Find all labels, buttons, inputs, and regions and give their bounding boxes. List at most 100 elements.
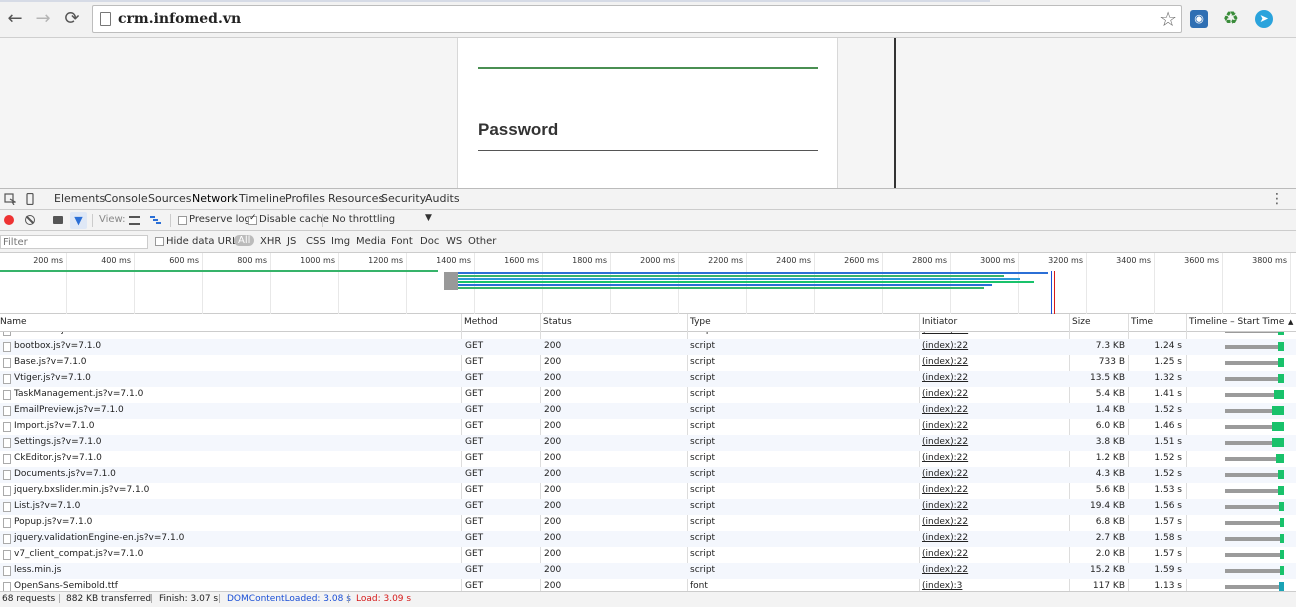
request-initiator[interactable]: (index):22	[922, 389, 968, 399]
table-row[interactable]: Vtiger.js?v=7.1.0 GET 200 script (index):22 1…	[0, 371, 1296, 387]
chevron-down-icon[interactable]: ▼	[425, 213, 432, 223]
request-initiator[interactable]: (index):22	[922, 485, 968, 495]
request-method: GET	[465, 373, 484, 383]
request-initiator[interactable]: (index):22	[922, 517, 968, 527]
column-header-initiator[interactable]: Initiator	[922, 317, 957, 327]
column-header-size[interactable]: Size	[1072, 317, 1090, 327]
file-icon	[3, 438, 11, 448]
request-initiator[interactable]: (index):22	[922, 341, 968, 351]
request-initiator[interactable]: (index):22	[922, 565, 968, 575]
table-row[interactable]: jquery.bxslider.min.js?v=7.1.0 GET 200 scri…	[0, 483, 1296, 499]
request-initiator[interactable]: (index):22	[922, 373, 968, 383]
tab-audits[interactable]: Audits	[425, 192, 460, 205]
back-arrow-icon[interactable]: ←	[4, 8, 26, 30]
request-initiator[interactable]: (index):22	[922, 533, 968, 543]
file-icon	[3, 518, 11, 528]
filter-type-xhr[interactable]: XHR	[260, 236, 281, 247]
waterfall-view-icon[interactable]	[150, 216, 161, 225]
sort-up-icon[interactable]: ▲	[1288, 318, 1293, 326]
file-icon	[3, 534, 11, 544]
recycle-icon[interactable]: ♻	[1222, 10, 1240, 28]
address-url[interactable]: crm.infomed.vn	[118, 11, 241, 27]
column-header-timeline-start-time[interactable]: Timeline – Start Time	[1189, 317, 1284, 327]
table-row[interactable]: EmailPreview.js?v=7.1.0 GET 200 script (inde…	[0, 403, 1296, 419]
inspect-element-icon[interactable]	[4, 193, 16, 205]
throttling-select[interactable]: No throttling	[332, 214, 395, 225]
table-row[interactable]: CkEditor.js?v=7.1.0 GET 200 script (index):2…	[0, 451, 1296, 467]
request-initiator[interactable]: (index):22	[922, 501, 968, 511]
table-row[interactable]: Import.js?v=7.1.0 GET 200 script (index):22 6…	[0, 419, 1296, 435]
filter-type-js[interactable]: JS	[287, 236, 296, 247]
request-size: 1.0 KB	[1072, 332, 1125, 335]
column-header-name[interactable]: Name	[0, 317, 27, 327]
request-initiator[interactable]: (index):22	[922, 453, 968, 463]
hide-data-urls-checkbox[interactable]	[155, 237, 164, 246]
request-initiator[interactable]: (index):22	[922, 332, 968, 335]
filter-type-font[interactable]: Font	[391, 236, 413, 247]
table-row[interactable]: Documents.js?v=7.1.0 GET 200 script (index):…	[0, 467, 1296, 483]
column-header-method[interactable]: Method	[464, 317, 498, 327]
table-row[interactable]: OpenSans-Semibold.ttf GET 200 font (index):3…	[0, 579, 1296, 591]
filter-type-other[interactable]: Other	[468, 236, 496, 247]
filter-type-doc[interactable]: Doc	[420, 236, 439, 247]
request-initiator[interactable]: (index):22	[922, 437, 968, 447]
request-initiator[interactable]: (index):3	[922, 581, 962, 591]
filter-type-media[interactable]: Media	[356, 236, 386, 247]
request-initiator[interactable]: (index):22	[922, 469, 968, 479]
address-bar[interactable]: crm.infomed.vn ☆	[92, 5, 1182, 33]
telegram-icon[interactable]: ➤	[1255, 10, 1273, 28]
username-field-underline[interactable]	[478, 67, 818, 69]
filter-icon[interactable]: ▼	[70, 212, 87, 229]
record-icon[interactable]	[4, 215, 14, 225]
column-header-status[interactable]: Status	[543, 317, 572, 327]
column-header-time[interactable]: Time	[1131, 317, 1153, 327]
tab-timeline[interactable]: Timeline	[239, 192, 286, 205]
request-count: 68 requests	[2, 594, 56, 604]
bookmark-star-icon[interactable]: ☆	[1159, 7, 1177, 31]
tab-sources[interactable]: Sources	[148, 192, 192, 205]
request-status: 200	[544, 421, 562, 431]
password-field-underline[interactable]	[478, 150, 818, 151]
filter-type-ws[interactable]: WS	[446, 236, 462, 247]
request-status: 200	[544, 565, 562, 575]
list-view-icon[interactable]	[129, 216, 140, 225]
device-mode-icon[interactable]	[24, 193, 36, 205]
request-method: GET	[465, 517, 484, 527]
table-row[interactable]: less.min.js GET 200 script (index):22 15.2 KB…	[0, 563, 1296, 579]
table-row[interactable]: List.js?v=7.1.0 GET 200 script (index):22 19.…	[0, 499, 1296, 515]
capture-screenshots-icon[interactable]	[53, 216, 63, 224]
table-row[interactable]: TaskManagement.js?v=7.1.0 GET 200 script (in…	[0, 387, 1296, 403]
extension-blue-icon[interactable]: ◉	[1190, 10, 1208, 28]
table-row[interactable]: Base.js?v=7.1.0 GET 200 script (index):22 733…	[0, 355, 1296, 371]
table-row[interactable]: bootbox.js?v=7.1.0 GET 200 script (index):22…	[0, 339, 1296, 355]
table-row[interactable]: Popup.js?v=7.1.0 GET 200 script (index):22 6.…	[0, 515, 1296, 531]
reload-icon[interactable]: ⟳	[61, 8, 83, 30]
column-header-type[interactable]: Type	[690, 317, 711, 327]
tab-resources[interactable]: Resources	[328, 192, 384, 205]
filter-type-img[interactable]: Img	[331, 236, 350, 247]
disable-cache-checkbox[interactable]	[248, 213, 257, 225]
table-row[interactable]: Validation.js?v=7.1.0 GET 200 script (index)…	[0, 332, 1296, 339]
filter-type-css[interactable]: CSS	[306, 236, 326, 247]
table-row[interactable]: jquery.validationEngine-en.js?v=7.1.0 GET…	[0, 531, 1296, 547]
filter-input[interactable]	[0, 235, 148, 249]
devtools-menu-icon[interactable]: ⋮	[1270, 191, 1284, 207]
request-initiator[interactable]: (index):22	[922, 549, 968, 559]
tab-console[interactable]: Console	[104, 192, 148, 205]
clear-icon[interactable]	[25, 215, 35, 225]
overview-tick-label: 1400 ms	[436, 256, 471, 265]
tab-security[interactable]: Security	[381, 192, 426, 205]
table-row[interactable]: Settings.js?v=7.1.0 GET 200 script (index):2…	[0, 435, 1296, 451]
tab-elements[interactable]: Elements	[54, 192, 105, 205]
preserve-log-checkbox[interactable]	[178, 216, 187, 225]
forward-arrow-icon[interactable]: →	[32, 8, 54, 30]
tab-network[interactable]: Network	[192, 192, 238, 205]
request-initiator[interactable]: (index):22	[922, 405, 968, 415]
request-method: GET	[465, 341, 484, 351]
table-row[interactable]: v7_client_compat.js?v=7.1.0 GET 200 script (…	[0, 547, 1296, 563]
request-initiator[interactable]: (index):22	[922, 357, 968, 367]
filter-type-all[interactable]: All	[234, 235, 255, 246]
request-initiator[interactable]: (index):22	[922, 421, 968, 431]
tab-profiles[interactable]: Profiles	[285, 192, 325, 205]
waterfall-receiving-bar	[1280, 550, 1284, 559]
